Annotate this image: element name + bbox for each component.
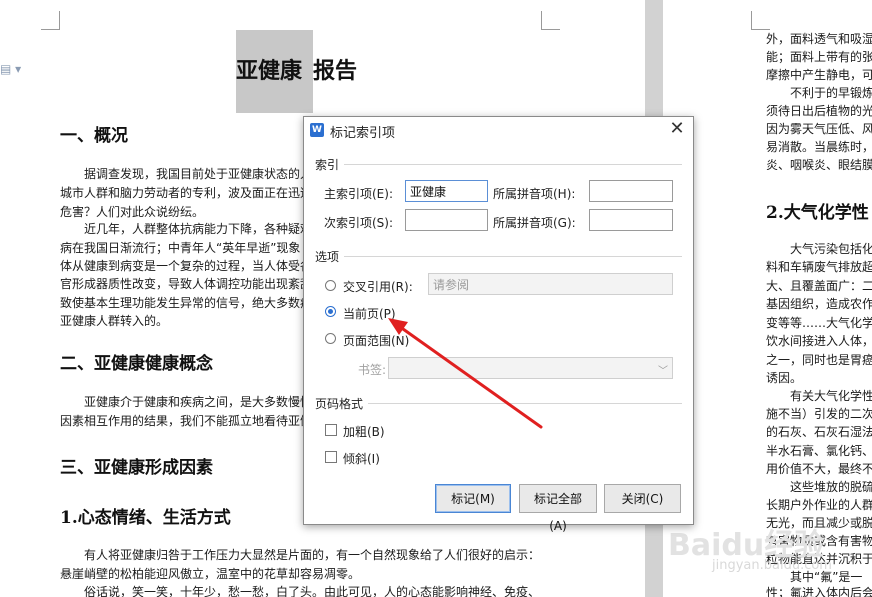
- section-divider: [344, 256, 682, 257]
- paragraph-line: 有人将亚健康归咎于工作压力大显然是片面的，有一个自然现象给了人们很好的启示：: [84, 548, 541, 562]
- mark-button[interactable]: 标记(M): [435, 484, 511, 513]
- paragraph-line: 之一，同时也是胃癌: [766, 353, 872, 367]
- options-section-label: 选项: [315, 250, 340, 264]
- bookmark-select[interactable]: ﹀: [388, 357, 673, 379]
- paragraph-line: 这些堆放的脱硫: [790, 480, 872, 494]
- chevron-down-icon: ﹀: [658, 366, 668, 377]
- paragraph-line: 致使基本生理功能发生异常的信号，绝大多数病: [60, 296, 313, 310]
- paragraph-line: 长期户外作业的人群: [766, 498, 872, 512]
- bold-checkbox[interactable]: [325, 424, 337, 436]
- italic-label[interactable]: 倾斜(I): [343, 450, 380, 467]
- paragraph-line: 外，面料透气和吸湿: [766, 32, 872, 46]
- heading-overview: 一、概况: [60, 126, 128, 146]
- bookmark-label: 书签:: [358, 363, 387, 377]
- paragraph-line: 近几年，人群整体抗病能力下降，各种疑难: [84, 222, 313, 236]
- sub-pinyin-input[interactable]: [589, 209, 673, 231]
- crop-mark: [41, 11, 60, 30]
- mark-index-entry-dialog: W 标记索引项 ✕ 索引 主索引项(E): 所属拼音项(H): 次索引项(S):…: [303, 116, 694, 533]
- main-entry-label: 主索引项(E):: [324, 187, 393, 201]
- cross-reference-input[interactable]: [428, 273, 673, 295]
- document-title[interactable]: 亚健康 报告: [236, 30, 362, 113]
- paragraph-line: 大、且覆盖面广：二: [766, 279, 872, 293]
- paragraph-line: 据调查发现，我国目前处于亚健康状态的人: [84, 167, 313, 181]
- paragraph-line: 炎、咽喉炎、眼结膜: [766, 158, 872, 172]
- cross-reference-radio[interactable]: [325, 280, 336, 291]
- dialog-titlebar[interactable]: W 标记索引项 ✕: [304, 117, 693, 143]
- section-divider: [344, 164, 682, 165]
- paragraph-line: 俗话说，笑一笑，十年少，愁一愁，白了头。由此可见，人的心态能影响神经、免疫、: [84, 585, 541, 597]
- paragraph-line: 体从健康到病变是一个复杂的过程，当人体受各: [60, 259, 313, 273]
- crop-mark: [541, 11, 560, 30]
- paragraph-line: 因为雾天气压低、风: [766, 122, 872, 136]
- watermark-url: jingyan.baidu.com: [712, 558, 832, 573]
- current-page-label[interactable]: 当前页(P): [343, 305, 396, 322]
- paragraph-line: 的石灰、石灰石湿法: [766, 425, 872, 439]
- main-entry-input[interactable]: [405, 180, 488, 202]
- paragraph-line: 性；氟进入体内后会: [766, 586, 872, 597]
- paragraph-line: 悬崖峭壁的松柏能迎风傲立，温室中的花草却容易凋零。: [60, 567, 361, 581]
- paragraph-line: 大气污染包括化: [790, 242, 872, 256]
- wps-app-icon: W: [310, 123, 324, 137]
- document-page-right[interactable]: 外，面料透气和吸湿 能；面料上带有的张 摩擦中产生静电，可 不利于的早锻炼 须待…: [663, 0, 872, 597]
- paragraph-line: 能；面料上带有的张: [766, 50, 872, 64]
- heading-concept: 二、亚健康健康概念: [60, 354, 213, 374]
- sub-entry-input[interactable]: [405, 209, 488, 231]
- page-range-radio[interactable]: [325, 333, 336, 344]
- section-divider: [368, 403, 682, 404]
- paragraph-line: 变等等……大气化学: [766, 316, 872, 330]
- paragraph-line: 有关大气化学性: [790, 389, 872, 403]
- paragraph-line: 用价值不大，最终不: [766, 462, 872, 476]
- document-side-icon: ▤ ▾: [0, 62, 22, 76]
- paragraph-line: 施不当）引发的二次: [766, 407, 872, 421]
- heading-chemical: 2.大气化学性: [766, 203, 869, 223]
- paragraph-line: 亚健康介于健康和疾病之间，是大多数慢性: [84, 395, 313, 409]
- italic-checkbox[interactable]: [325, 451, 337, 463]
- paragraph-line: 病在我国日渐流行；中青年人“英年早逝”现象: [60, 241, 301, 255]
- crop-mark: [751, 11, 770, 30]
- current-page-radio[interactable]: [325, 306, 336, 317]
- paragraph-line: 饮水间接进入人体，: [766, 334, 872, 348]
- main-pinyin-input[interactable]: [589, 180, 673, 202]
- heading-factors: 三、亚健康形成因素: [60, 458, 213, 478]
- sub-entry-label: 次索引项(S):: [324, 216, 394, 230]
- paragraph-line: 半水石膏、氯化钙、: [766, 444, 872, 458]
- page-format-section-label: 页码格式: [315, 397, 364, 411]
- mark-all-button[interactable]: 标记全部(A): [519, 484, 597, 533]
- dialog-title: 标记索引项: [330, 126, 396, 141]
- close-button[interactable]: 关闭(C): [604, 484, 681, 513]
- bold-label[interactable]: 加粗(B): [343, 423, 385, 440]
- paragraph-line: 官形成器质性改变，导致人体调控功能出现紊乱: [60, 277, 313, 291]
- paragraph-line: 易消散。当晨练时，: [766, 140, 872, 154]
- heading-lifestyle: 1.心态情绪、生活方式: [60, 508, 231, 528]
- paragraph-line: 亚健康人群转入的。: [60, 314, 169, 328]
- page-range-label[interactable]: 页面范围(N): [343, 332, 409, 349]
- paragraph-line: 摩擦中产生静电，可: [766, 68, 872, 82]
- sub-pinyin-label: 所属拼音项(G):: [493, 216, 576, 230]
- main-pinyin-label: 所属拼音项(H):: [493, 187, 576, 201]
- paragraph-line: 不利于的早锻炼: [790, 86, 872, 100]
- paragraph-line: 诱因。: [766, 371, 803, 385]
- cross-reference-label[interactable]: 交叉引用(R):: [343, 278, 413, 295]
- index-section-label: 索引: [315, 158, 340, 172]
- paragraph-line: 城市人群和脑力劳动者的专利，波及面正在迅速: [60, 186, 313, 200]
- paragraph-line: 基因组织，造成农作: [766, 297, 872, 311]
- close-icon[interactable]: ✕: [667, 119, 687, 139]
- title-highlighted-text: 亚健康: [236, 58, 303, 84]
- paragraph-line: 因素相互作用的结果，我们不能孤立地看待亚健: [60, 414, 313, 428]
- paragraph-line: 须待日出后植物的光: [766, 104, 872, 118]
- paragraph-line: 料和车辆废气排放超: [766, 260, 872, 274]
- title-rest-text: 报告: [313, 30, 362, 113]
